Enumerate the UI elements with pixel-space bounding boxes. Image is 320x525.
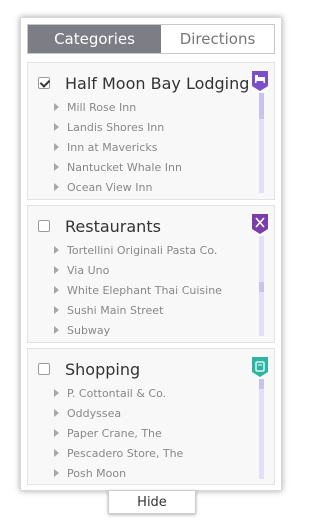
- category-header: Restaurants: [38, 216, 161, 236]
- item-label: Subway: [67, 323, 111, 337]
- expand-arrow-icon: [54, 246, 59, 254]
- list-item[interactable]: Ocean View Inn: [54, 177, 182, 197]
- list-item[interactable]: Inn at Mavericks: [54, 137, 182, 157]
- scrollbar-track[interactable]: [259, 379, 264, 479]
- list-item[interactable]: Mill Rose Inn: [54, 97, 182, 117]
- category-section-lodging: Half Moon Bay Lodging Mill Rose Inn Land…: [27, 62, 275, 200]
- item-label: Mill Rose Inn: [67, 100, 137, 114]
- item-label: Tortellini Originali Pasta Co.: [67, 243, 218, 257]
- item-label: Pescadero Store, The: [67, 446, 184, 460]
- scrollbar-thumb[interactable]: [259, 379, 264, 389]
- expand-arrow-icon: [54, 389, 59, 397]
- list-item[interactable]: Oddyssea: [54, 403, 183, 423]
- categories-panel: Categories Directions Half Moon Bay Lodg…: [20, 17, 282, 491]
- category-header: Half Moon Bay Lodging: [38, 73, 249, 93]
- expand-arrow-icon: [54, 123, 59, 131]
- category-header: Shopping: [38, 359, 140, 379]
- expand-arrow-icon: [54, 266, 59, 274]
- item-label: Oddyssea: [67, 406, 122, 420]
- tab-directions[interactable]: Directions: [161, 25, 274, 53]
- expand-arrow-icon: [54, 183, 59, 191]
- category-title: Shopping: [65, 359, 141, 379]
- item-label: Nantucket Whale Inn: [67, 160, 182, 174]
- list-item[interactable]: Via Uno: [54, 260, 222, 280]
- scrollbar-thumb[interactable]: [259, 93, 264, 119]
- category-title: Half Moon Bay Lodging: [65, 73, 250, 93]
- list-item[interactable]: P. Cottontail & Co.: [54, 383, 183, 403]
- fork-knife-icon: [252, 214, 268, 234]
- list-item[interactable]: Posh Moon: [54, 463, 183, 483]
- item-label: Landis Shores Inn: [67, 120, 165, 134]
- category-item-list: Mill Rose Inn Landis Shores Inn Inn at M…: [54, 97, 182, 197]
- expand-arrow-icon: [54, 449, 59, 457]
- list-item[interactable]: Landis Shores Inn: [54, 117, 182, 137]
- category-section-shopping: Shopping P. Cottontail & Co. Oddyssea Pa…: [27, 348, 275, 485]
- list-item[interactable]: Sushi Main Street: [54, 300, 222, 320]
- item-label: Inn at Mavericks: [67, 140, 158, 154]
- category-checkbox-restaurants[interactable]: [38, 220, 50, 232]
- expand-arrow-icon: [54, 103, 59, 111]
- expand-arrow-icon: [54, 143, 59, 151]
- expand-arrow-icon: [54, 469, 59, 477]
- item-label: Ocean View Inn: [67, 180, 153, 194]
- list-item[interactable]: Nantucket Whale Inn: [54, 157, 182, 177]
- list-item[interactable]: Pescadero Store, The: [54, 443, 183, 463]
- expand-arrow-icon: [54, 163, 59, 171]
- category-section-restaurants: Restaurants Tortellini Originali Pasta C…: [27, 205, 275, 343]
- expand-arrow-icon: [54, 326, 59, 334]
- list-item[interactable]: Paper Crane, The: [54, 423, 183, 443]
- shopping-bag-icon: [252, 357, 268, 377]
- item-label: Sushi Main Street: [67, 303, 164, 317]
- category-checkbox-shopping[interactable]: [38, 363, 50, 375]
- expand-arrow-icon: [54, 306, 59, 314]
- item-label: White Elephant Thai Cuisine: [67, 283, 222, 297]
- category-item-list: P. Cottontail & Co. Oddyssea Paper Crane…: [54, 383, 183, 483]
- hide-button[interactable]: Hide: [108, 490, 196, 514]
- expand-arrow-icon: [54, 409, 59, 417]
- category-item-list: Tortellini Originali Pasta Co. Via Uno W…: [54, 240, 222, 340]
- tab-bar: Categories Directions: [27, 24, 275, 54]
- expand-arrow-icon: [54, 286, 59, 294]
- expand-arrow-icon: [54, 429, 59, 437]
- list-item[interactable]: White Elephant Thai Cuisine: [54, 280, 222, 300]
- item-label: Posh Moon: [67, 466, 127, 480]
- tab-categories[interactable]: Categories: [28, 25, 161, 53]
- category-title: Restaurants: [65, 216, 161, 236]
- item-label: Via Uno: [67, 263, 110, 277]
- list-item[interactable]: Subway: [54, 320, 222, 340]
- item-label: P. Cottontail & Co.: [67, 386, 167, 400]
- bed-icon: [252, 71, 268, 91]
- scrollbar-thumb[interactable]: [259, 282, 264, 292]
- list-item[interactable]: Tortellini Originali Pasta Co.: [54, 240, 222, 260]
- item-label: Paper Crane, The: [67, 426, 162, 440]
- category-checkbox-lodging[interactable]: [38, 77, 50, 89]
